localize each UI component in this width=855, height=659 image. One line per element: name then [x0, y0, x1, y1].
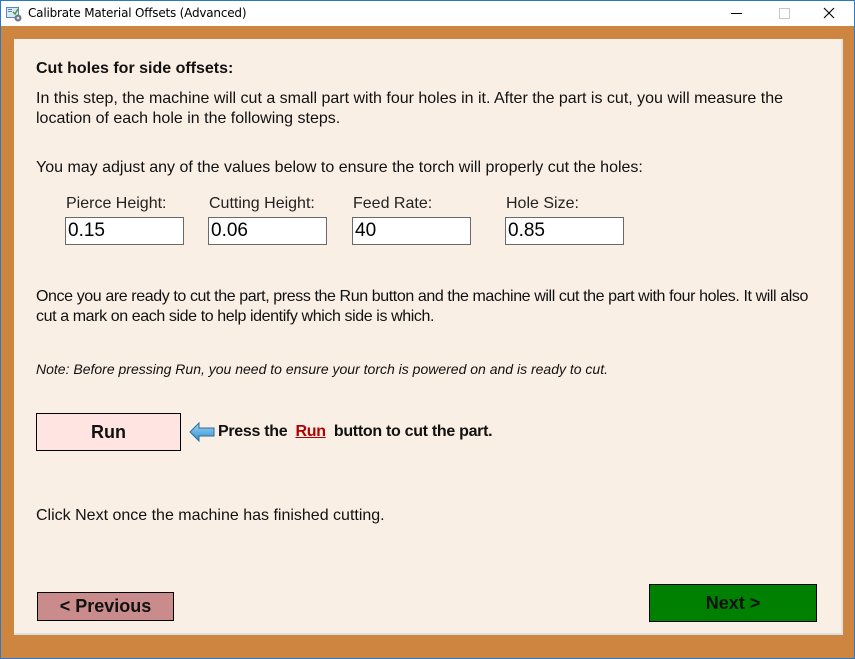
minimize-button[interactable] — [714, 1, 760, 26]
hint-run-link[interactable]: Run — [296, 423, 327, 440]
title-bar[interactable]: Calibrate Material Offsets (Advanced) — [1, 1, 854, 26]
calibrate-app-icon — [6, 6, 23, 22]
maximize-icon — [779, 8, 790, 19]
previous-button[interactable]: < Previous — [37, 592, 174, 621]
run-button[interactable]: Run — [36, 413, 181, 451]
cutting-height-label: Cutting Height: — [209, 195, 315, 212]
adjust-prompt: You may adjust any of the values below t… — [36, 159, 643, 176]
left-arrow-icon — [189, 422, 215, 442]
safety-note: Note: Before pressing Run, you need to e… — [36, 361, 608, 377]
close-button[interactable] — [806, 1, 852, 26]
hole-size-label: Hole Size: — [506, 195, 579, 212]
pierce-height-label: Pierce Height: — [66, 195, 167, 212]
run-instructions: Once you are ready to cut the part, pres… — [36, 288, 808, 325]
finish-text: Click Next once the machine has finished… — [36, 507, 385, 524]
pierce-height-group: Pierce Height: — [65, 195, 184, 245]
hole-size-input[interactable] — [505, 217, 624, 245]
pierce-height-input[interactable] — [65, 217, 184, 245]
intro-text: In this step, the machine will cut a sma… — [36, 90, 783, 127]
hint-text: Press the Run button to cut the part. — [218, 423, 493, 441]
hole-size-group: Hole Size: — [505, 195, 624, 245]
close-icon — [823, 7, 835, 19]
maximize-button[interactable] — [760, 1, 806, 26]
cutting-height-group: Cutting Height: — [208, 195, 327, 245]
run-hint: Press the Run button to cut the part. — [189, 422, 493, 442]
step-heading: Cut holes for side offsets: — [36, 60, 234, 77]
hint-before: Press the — [218, 423, 288, 440]
hint-after: button to cut the part. — [333, 423, 493, 440]
feed-rate-input[interactable] — [352, 217, 471, 245]
feed-rate-label: Feed Rate: — [353, 195, 433, 212]
window-title: Calibrate Material Offsets (Advanced) — [28, 6, 247, 20]
content-panel: Cut holes for side offsets: In this step… — [14, 39, 843, 635]
feed-rate-group: Feed Rate: — [352, 195, 471, 245]
dialog-window: Calibrate Material Offsets (Advanced) Cu… — [0, 0, 855, 659]
cutting-height-input[interactable] — [208, 217, 327, 245]
next-button[interactable]: Next > — [649, 584, 817, 622]
